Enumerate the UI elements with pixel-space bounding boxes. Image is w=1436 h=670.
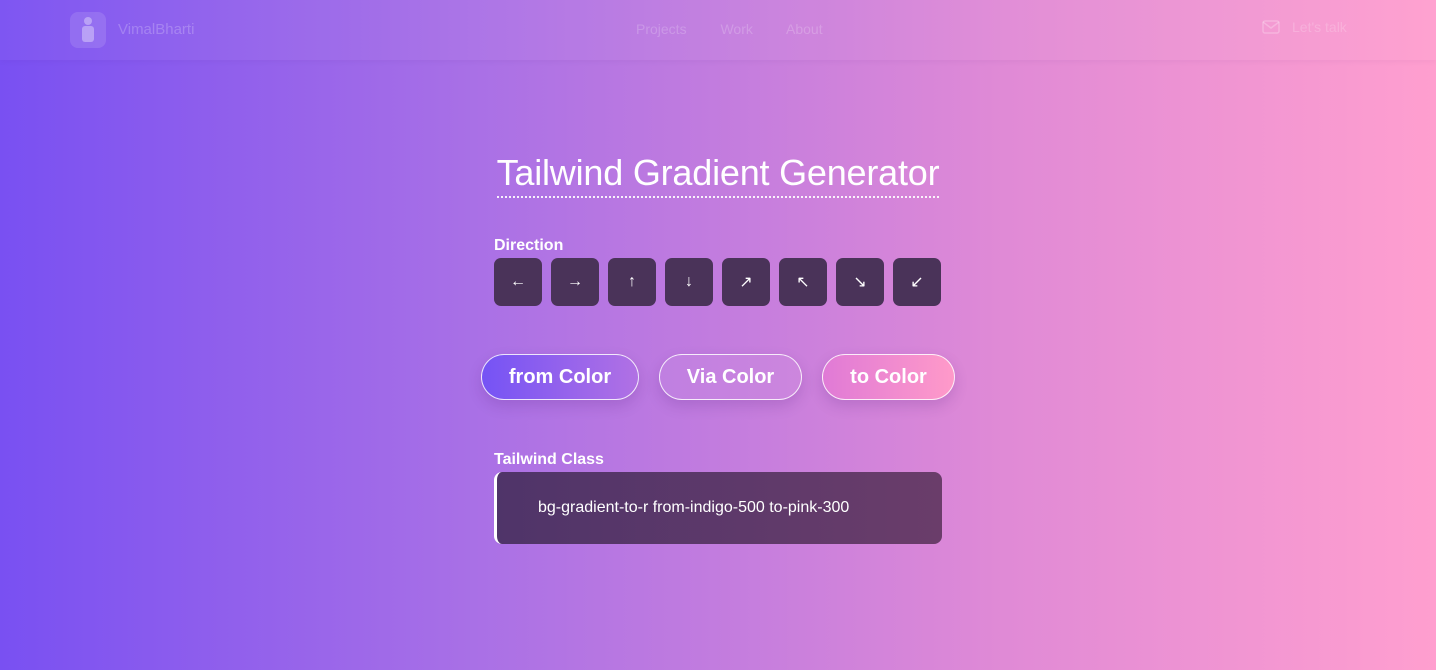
direction-label: Direction — [494, 237, 564, 254]
page-title-wrapper: Tailwind Gradient Generator — [0, 152, 1436, 198]
direction-up-left-button[interactable]: ↖ — [779, 258, 827, 306]
arrow-down-right-icon: ↘ — [853, 274, 867, 291]
nav-link-projects[interactable]: Projects — [636, 21, 687, 37]
direction-right-button[interactable]: → — [551, 258, 599, 306]
tailwind-class-label: Tailwind Class — [494, 451, 604, 468]
mail-icon — [1262, 20, 1280, 34]
arrow-left-icon: ← — [510, 273, 526, 290]
tailwind-class-output[interactable]: bg-gradient-to-r from-indigo-500 to-pink… — [494, 472, 942, 544]
direction-down-right-button[interactable]: ↘ — [836, 258, 884, 306]
arrow-down-icon: ↓ — [685, 273, 693, 290]
via-color-button[interactable]: Via Color — [659, 354, 802, 400]
to-color-button[interactable]: to Color — [822, 354, 955, 400]
direction-up-button[interactable]: ↑ — [608, 258, 656, 306]
from-color-button[interactable]: from Color — [481, 354, 639, 400]
arrow-right-icon: → — [567, 273, 583, 290]
arrow-down-left-icon: ↙ — [910, 274, 924, 291]
direction-up-right-button[interactable]: ↗ — [722, 258, 770, 306]
nav-link-work[interactable]: Work — [720, 21, 752, 37]
direction-buttons: ← → ↑ ↓ ↗ ↖ ↘ ↙ — [494, 258, 941, 306]
logo-icon[interactable] — [70, 12, 106, 48]
arrow-up-icon: ↑ — [628, 273, 636, 290]
page-title: Tailwind Gradient Generator — [496, 152, 940, 198]
contact-button[interactable]: Let's talk — [1262, 19, 1347, 35]
nav-link-about[interactable]: About — [786, 21, 823, 37]
brand-name[interactable]: VimalBharti — [118, 21, 194, 38]
direction-down-button[interactable]: ↓ — [665, 258, 713, 306]
tailwind-class-value: bg-gradient-to-r from-indigo-500 to-pink… — [538, 499, 850, 516]
direction-down-left-button[interactable]: ↙ — [893, 258, 941, 306]
arrow-up-right-icon: ↗ — [739, 274, 753, 291]
contact-label: Let's talk — [1292, 19, 1347, 35]
top-navbar: VimalBharti Projects Work About Let's ta… — [0, 0, 1436, 60]
nav-links: Projects Work About — [636, 21, 853, 37]
arrow-up-left-icon: ↖ — [796, 274, 810, 291]
direction-left-button[interactable]: ← — [494, 258, 542, 306]
